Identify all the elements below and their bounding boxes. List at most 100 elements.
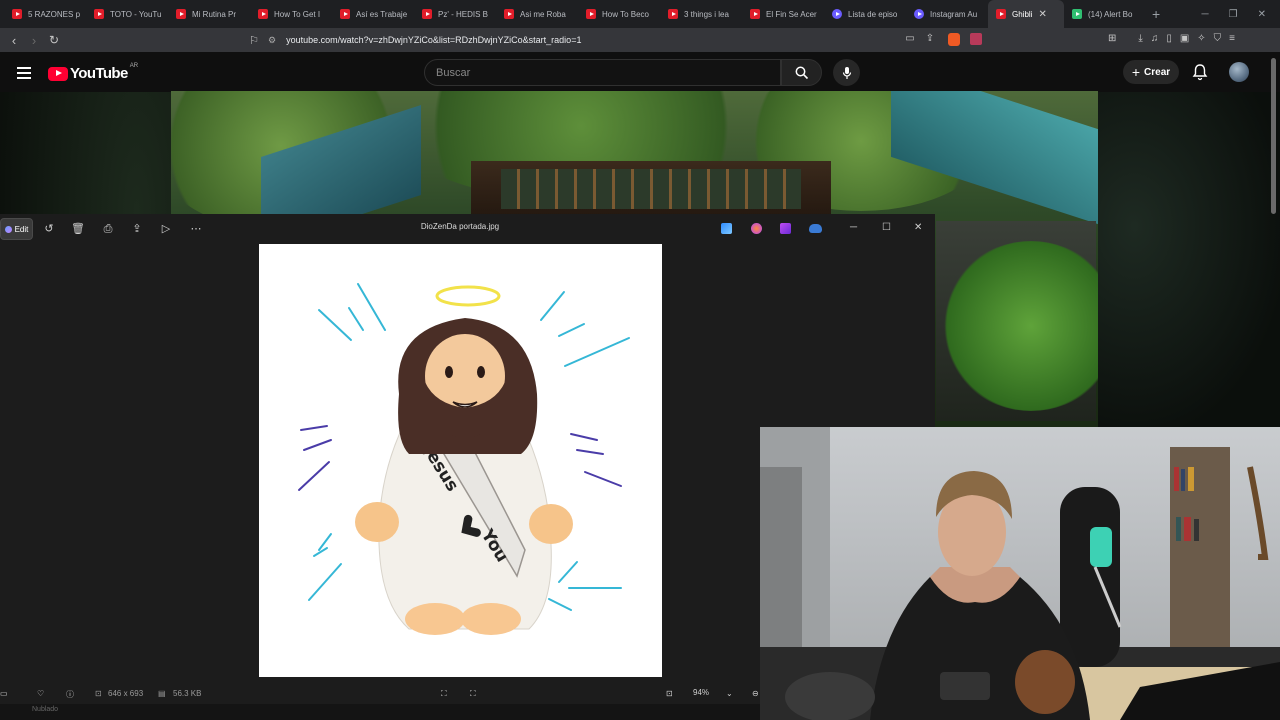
tab-label: (14) Alert Bo: [1088, 9, 1133, 19]
jesus-figure-image: Jesus You: [298, 283, 630, 635]
filmstrip-icon[interactable]: ▭: [0, 689, 8, 698]
tab-label: 3 things i lea: [684, 9, 729, 19]
new-tab-icon[interactable]: +: [1152, 6, 1160, 22]
edit-with-app-icon[interactable]: [721, 223, 732, 234]
hamburger-menu-icon[interactable]: [17, 67, 31, 82]
brave-shield-icon[interactable]: [948, 33, 960, 46]
browser-tab[interactable]: Así es Trabaje: [332, 0, 414, 28]
edit-icon: [4, 225, 12, 233]
file-size: 56.3 KB: [173, 689, 202, 698]
rewards-icon[interactable]: [970, 33, 982, 45]
window-maximize-icon[interactable]: ☐: [882, 222, 891, 233]
browser-tab[interactable]: (14) Alert Bo: [1064, 0, 1146, 28]
minimize-icon[interactable]: ─: [1202, 9, 1209, 20]
slideshow-icon[interactable]: ▷: [159, 222, 173, 236]
zoom-fit-icon[interactable]: ⊡: [666, 689, 673, 698]
browser-tab[interactable]: 3 things i lea: [660, 0, 742, 28]
menu-icon[interactable]: ≡: [1229, 33, 1235, 44]
plus-icon: +: [1131, 64, 1141, 80]
create-button[interactable]: + Crear: [1123, 60, 1179, 84]
wallet-icon[interactable]: ▣: [1180, 33, 1189, 44]
tab-favicon-icon: [914, 9, 924, 19]
zoom-out-icon[interactable]: ⊖: [752, 689, 759, 698]
tab-favicon-icon: [832, 9, 842, 19]
tab-label: How To Get I: [274, 9, 321, 19]
tab-favicon-icon: [176, 9, 186, 19]
tab-label: El Fin Se Acer: [766, 9, 817, 19]
close-icon[interactable]: ✕: [1258, 9, 1266, 20]
site-info-icon[interactable]: ⚙: [268, 35, 276, 46]
search-input[interactable]: Buscar: [424, 59, 781, 86]
address-bar[interactable]: ⚙ youtube.com/watch?v=zhDwjnYZiCo&list=R…: [268, 31, 990, 49]
browser-tab[interactable]: How To Get I: [250, 0, 332, 28]
file-size-icon: ▤: [158, 689, 166, 698]
actual-size-icon[interactable]: ⛶: [470, 689, 476, 699]
url-text: youtube.com/watch?v=zhDwjnYZiCo&list=RDz…: [286, 35, 582, 45]
tab-favicon-icon: [1072, 9, 1082, 19]
browser-tab[interactable]: Asi me Roba: [496, 0, 578, 28]
reload-icon[interactable]: ↻: [44, 33, 64, 47]
leo-icon[interactable]: ✧: [1197, 33, 1205, 44]
zoom-level[interactable]: 94%: [693, 688, 709, 697]
more-options-icon[interactable]: ⋯: [189, 222, 203, 236]
restore-icon[interactable]: ❐: [1229, 9, 1238, 20]
rotate-icon[interactable]: ↺: [42, 222, 56, 236]
tab-close-icon[interactable]: ✕: [1038, 9, 1046, 20]
fit-to-window-icon[interactable]: ⛶: [441, 689, 447, 699]
share-icon[interactable]: ⇪: [920, 33, 940, 44]
weather-text: Nublado: [32, 706, 59, 713]
tab-label: 5 RAZONES p: [28, 9, 81, 19]
onedrive-icon[interactable]: [809, 224, 822, 233]
download-icon[interactable]: ⤓: [1138, 33, 1142, 44]
media-icon[interactable]: ♫: [1151, 33, 1159, 44]
tab-favicon-icon: [340, 9, 350, 19]
chevron-down-icon[interactable]: ⌄: [726, 689, 733, 698]
print-icon[interactable]: ⎙: [101, 222, 115, 236]
taskbar-strip: Nublado: [0, 704, 760, 720]
extensions-icon[interactable]: ⊞: [1108, 33, 1116, 44]
photo-canvas[interactable]: Jesus You: [259, 244, 662, 677]
tab-label: Pz' - HEDIS B: [438, 9, 488, 19]
browser-toolbar: ‹ › ↻ ⚐ ⚙ youtube.com/watch?v=zhDwjnYZiC…: [0, 28, 1280, 52]
designer-icon[interactable]: [751, 223, 762, 234]
browser-tab[interactable]: Mi Rutina Pr: [168, 0, 250, 28]
tab-label: Instagram Au: [930, 9, 978, 19]
clipchamp-icon[interactable]: [780, 223, 791, 234]
favorite-heart-icon[interactable]: ♡: [37, 689, 44, 698]
tab-label: Asi me Roba: [520, 9, 566, 19]
window-minimize-icon[interactable]: ─: [850, 222, 857, 233]
search-placeholder: Buscar: [436, 66, 471, 79]
notifications-bell-icon[interactable]: [1192, 63, 1208, 81]
window-close-icon[interactable]: ✕: [914, 222, 922, 233]
cast-icon[interactable]: ▭: [900, 33, 920, 44]
browser-tab[interactable]: Lista de episo: [824, 0, 906, 28]
back-icon[interactable]: ‹: [4, 33, 24, 48]
forward-icon[interactable]: ›: [24, 33, 44, 48]
browser-tab[interactable]: 5 RAZONES p: [4, 0, 86, 28]
browser-tab[interactable]: Pz' - HEDIS B: [414, 0, 496, 28]
delete-icon[interactable]: 🗑: [71, 222, 85, 236]
page-scrollbar[interactable]: [1271, 58, 1276, 214]
youtube-logo[interactable]: YouTube AR: [48, 63, 138, 82]
tab-favicon-icon: [12, 9, 22, 19]
tab-label: Así es Trabaje: [356, 9, 408, 19]
dimensions-icon: ⊡: [95, 689, 102, 698]
edit-label: Edit: [14, 224, 29, 234]
browser-tab[interactable]: Ghibli ✕: [988, 0, 1064, 28]
tab-favicon-icon: [504, 9, 514, 19]
search-button[interactable]: [781, 59, 822, 86]
avatar[interactable]: [1229, 62, 1249, 82]
browser-tab[interactable]: How To Beco: [578, 0, 660, 28]
vpn-icon[interactable]: ⛉: [1214, 33, 1222, 44]
browser-tab[interactable]: TOTO - YouTu: [86, 0, 168, 28]
edit-button[interactable]: Edit: [0, 218, 33, 240]
webcam-scene-image: [760, 427, 1280, 720]
browser-tab[interactable]: Instagram Au: [906, 0, 988, 28]
voice-search-button[interactable]: [833, 59, 860, 86]
browser-tab[interactable]: El Fin Se Acer: [742, 0, 824, 28]
microphone-icon: [842, 66, 851, 79]
sidebar-icon[interactable]: ▯: [1166, 33, 1172, 44]
info-icon[interactable]: ⓘ: [66, 689, 74, 700]
bookmark-icon[interactable]: ⚐: [244, 34, 264, 47]
share-icon[interactable]: ⇪: [130, 222, 144, 236]
